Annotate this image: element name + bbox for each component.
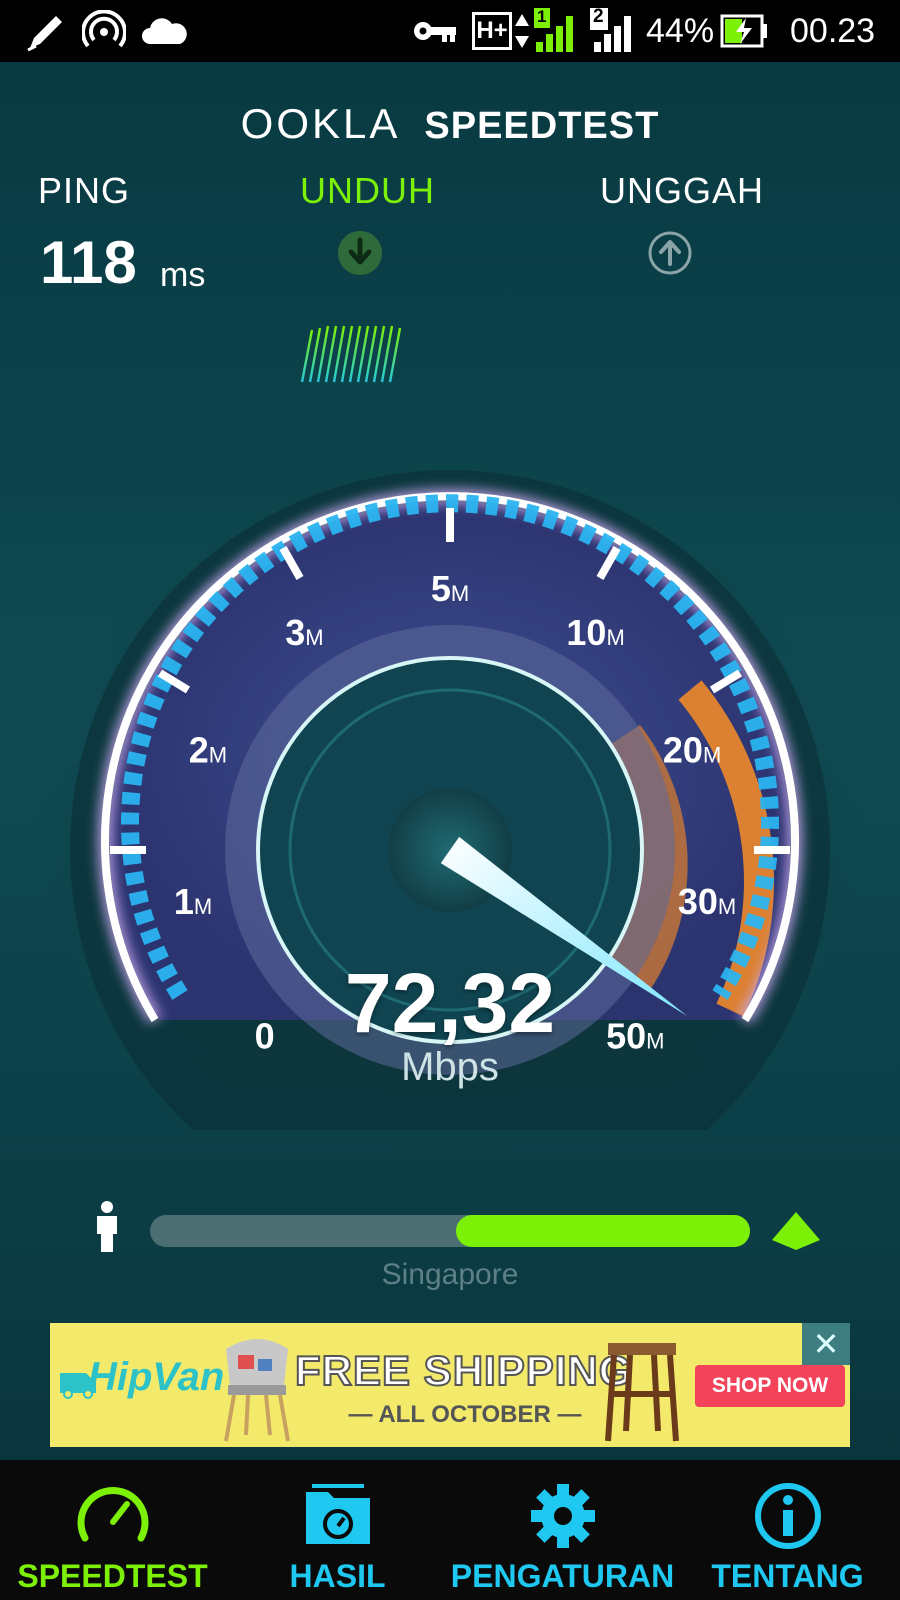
stool-image [605, 1343, 679, 1442]
bottom-navigation: SPEEDTEST HASIL PENGATURAN TENTANG [0, 1460, 900, 1600]
edit-icon [27, 16, 62, 52]
test-progress-bar [150, 1215, 750, 1247]
speed-value: 72,32 [344, 956, 556, 1050]
sim2-label: 2 [593, 6, 604, 27]
ad-headline: FREE SHIPPING [294, 1346, 633, 1395]
nav-pengaturan-label: PENGATURAN [450, 1558, 675, 1594]
download-arrow-icon [338, 231, 382, 275]
clock: 00.23 [790, 12, 876, 50]
download-activity-graph [300, 325, 402, 383]
upload-label: UNGGAH [600, 170, 765, 211]
ad-subline: — ALL OCTOBER — [348, 1401, 582, 1428]
nav-tentang[interactable]: TENTANG [675, 1460, 900, 1600]
battery-charging-icon [720, 14, 767, 48]
brand-name: OOKLA [240, 100, 401, 147]
ping-unit: ms [160, 256, 206, 294]
nav-hasil[interactable]: HASIL [225, 1460, 450, 1600]
nav-pengaturan[interactable]: PENGATURAN [450, 1460, 675, 1600]
chair-image [224, 1339, 290, 1442]
sim1-label: 1 [537, 7, 547, 26]
results-folder-icon [305, 1484, 370, 1544]
app-logo: OOKLA SPEEDTEST [0, 100, 900, 148]
shop-now-button[interactable]: SHOP NOW [695, 1365, 845, 1407]
network-hplus-icon: H+ [472, 12, 512, 50]
server-triangle-icon [772, 1212, 820, 1250]
ad-brand: HipVan [88, 1355, 225, 1399]
nav-hasil-label: HASIL [289, 1558, 386, 1594]
ad-banner[interactable]: HipVan FREE SHIPPING — ALL OCTOBER — SHO… [50, 1323, 850, 1447]
test-progress-fill [456, 1215, 750, 1247]
network-type: H+ [476, 17, 508, 44]
vpn-key-icon [414, 22, 456, 42]
gear-icon [530, 1484, 595, 1548]
download-label: UNDUH [300, 170, 435, 211]
nav-speedtest[interactable]: SPEEDTEST [0, 1460, 225, 1600]
speed-unit: Mbps [401, 1045, 499, 1089]
nav-tentang-label: TENTANG [711, 1558, 864, 1594]
person-icon [97, 1201, 117, 1252]
data-activity-icon [515, 14, 529, 48]
info-icon [754, 1483, 821, 1549]
server-location: Singapore [381, 1258, 519, 1291]
cloud-icon [142, 18, 187, 44]
battery-percent: 44% [646, 12, 715, 50]
product-name: SPEEDTEST [424, 105, 660, 147]
nav-speedtest-label: SPEEDTEST [17, 1558, 208, 1594]
upload-arrow-icon [648, 231, 692, 275]
ad-subline-text: ALL OCTOBER [378, 1401, 551, 1428]
speedometer-icon [77, 1487, 148, 1542]
status-bar: H+ 1 2 44% 00.23 [0, 0, 900, 62]
ad-close-button[interactable]: ✕ [802, 1323, 850, 1365]
ping-label: PING [38, 170, 131, 211]
ping-value: 118 [40, 229, 137, 296]
hotspot-icon [82, 10, 126, 48]
